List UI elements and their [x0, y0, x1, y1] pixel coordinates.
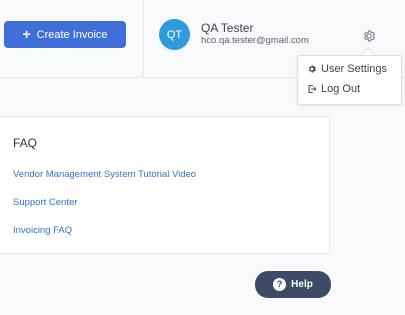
avatar-initials: QT — [166, 28, 183, 41]
user-name: QA Tester — [201, 21, 254, 35]
avatar[interactable]: QT — [159, 19, 190, 50]
help-button[interactable]: ? Help — [255, 271, 331, 298]
menu-item-label: User Settings — [321, 63, 388, 75]
help-label: Help — [291, 279, 313, 290]
topbar-divider — [143, 0, 144, 78]
faq-link-support-center[interactable]: Support Center — [13, 197, 77, 208]
user-email: hco.qa.tester@gmail.com — [201, 35, 309, 46]
faq-link-tutorial-video[interactable]: Vendor Management System Tutorial Video — [13, 169, 196, 180]
menu-item-label: Log Out — [321, 83, 361, 95]
gear-icon[interactable] — [362, 29, 376, 43]
plus-icon: + — [22, 26, 31, 42]
gear-icon — [308, 65, 316, 73]
logout-icon — [308, 85, 317, 93]
menu-item-user-settings[interactable]: User Settings — [307, 63, 387, 75]
faq-card: FAQ Vendor Management System Tutorial Vi… — [0, 116, 330, 254]
faq-title: FAQ — [13, 136, 38, 150]
faq-link-invoicing-faq[interactable]: Invoicing FAQ — [13, 225, 72, 236]
create-invoice-button[interactable]: + Create Invoice — [4, 21, 126, 48]
menu-item-log-out[interactable]: Log Out — [307, 83, 360, 95]
question-icon: ? — [273, 278, 287, 291]
user-menu-dropdown: User Settings Log Out — [297, 55, 402, 105]
create-invoice-label: Create Invoice — [36, 28, 108, 41]
